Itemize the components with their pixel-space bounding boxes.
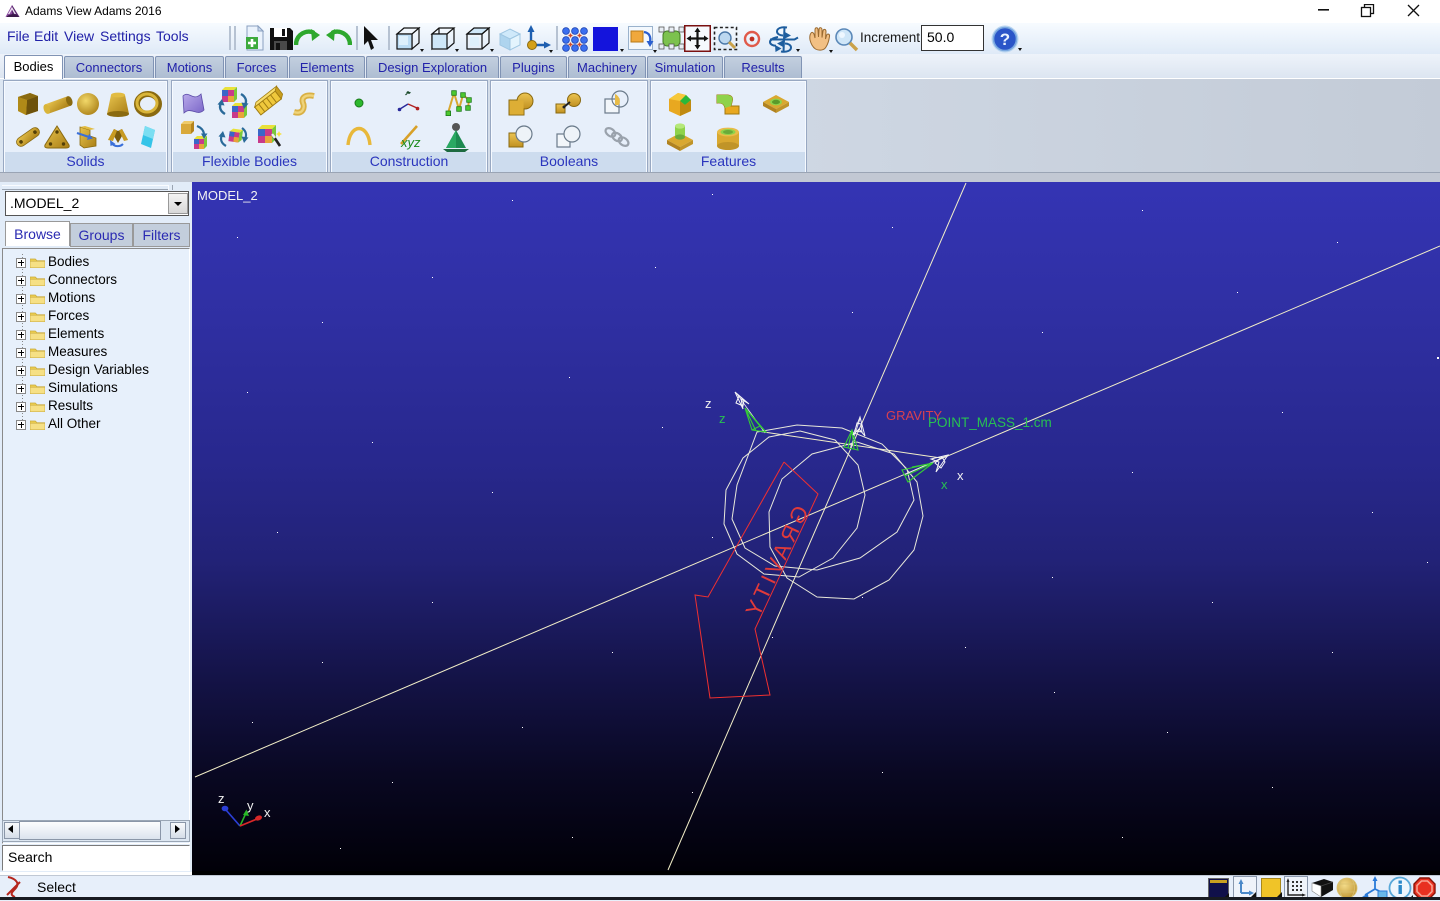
svg-text:x: x <box>941 477 948 492</box>
svg-text:POINT_MASS_1.cm: POINT_MASS_1.cm <box>928 415 1052 430</box>
svg-text:xyz: xyz <box>400 135 421 150</box>
svg-text:GRAVITY: GRAVITY <box>739 502 814 624</box>
svg-text:z: z <box>705 396 712 411</box>
svg-text:z: z <box>218 791 225 806</box>
svg-text:y: y <box>247 798 254 813</box>
svg-text:MODEL_2: MODEL_2 <box>197 188 258 203</box>
svg-text:x: x <box>264 805 271 820</box>
svg-text:z: z <box>719 411 726 426</box>
svg-text:x: x <box>957 468 964 483</box>
svg-text:?: ? <box>1000 30 1010 49</box>
